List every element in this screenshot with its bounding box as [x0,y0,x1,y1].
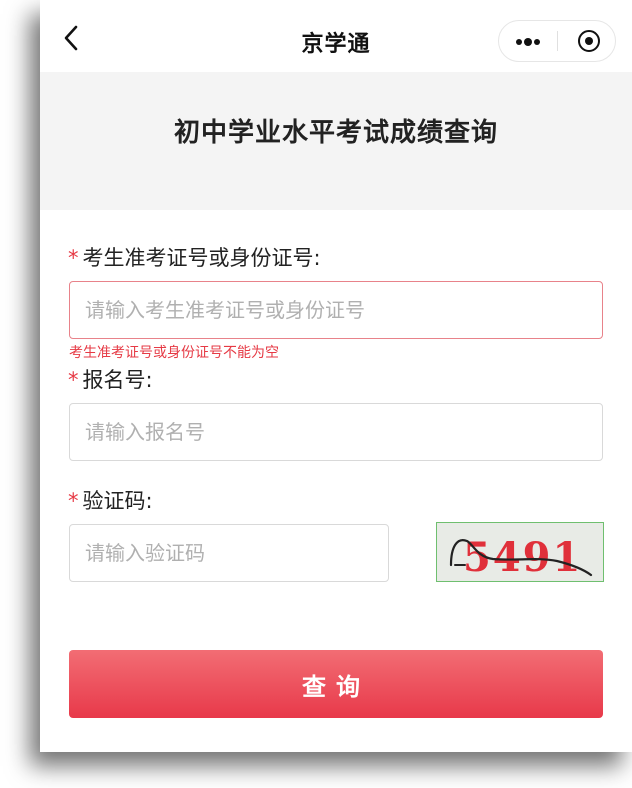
required-mark: * [68,368,79,392]
header-banner: 初中学业水平考试成绩查询 [40,72,632,210]
required-mark: * [68,489,79,513]
id-field-label-text: 考生准考证号或身份证号: [82,246,321,270]
screen: 京学通 初中学业水平考试成绩查询 * 考生准考证号或身份证号: 请输入考生准考证… [0,0,632,788]
id-field-label: * 考生准考证号或身份证号: [68,242,321,272]
close-button[interactable] [558,21,616,61]
captcha-input[interactable] [69,524,389,582]
reg-field-label-text: 报名号: [82,368,153,392]
registration-number-input[interactable] [69,403,603,461]
page-title: 初中学业水平考试成绩查询 [173,118,498,148]
captcha-field-label-text: 验证码: [82,489,153,513]
phone-frame: 京学通 初中学业水平考试成绩查询 * 考生准考证号或身份证号: 请输入考生准考证… [40,0,632,752]
nav-bar: 京学通 [40,0,632,72]
reg-field-label: * 报名号: [68,364,153,394]
more-button[interactable] [499,21,557,61]
captcha-field-label: * 验证码: [68,485,153,515]
required-mark: * [68,246,79,270]
captcha-image[interactable]: 5491 [436,522,604,582]
query-button[interactable]: 查询 [69,650,603,718]
mini-program-capsule [498,20,616,62]
id-field-error: 考生准考证号或身份证号不能为空 [69,345,279,361]
captcha-text: 5491 [463,534,582,581]
id-number-input[interactable] [69,281,603,339]
